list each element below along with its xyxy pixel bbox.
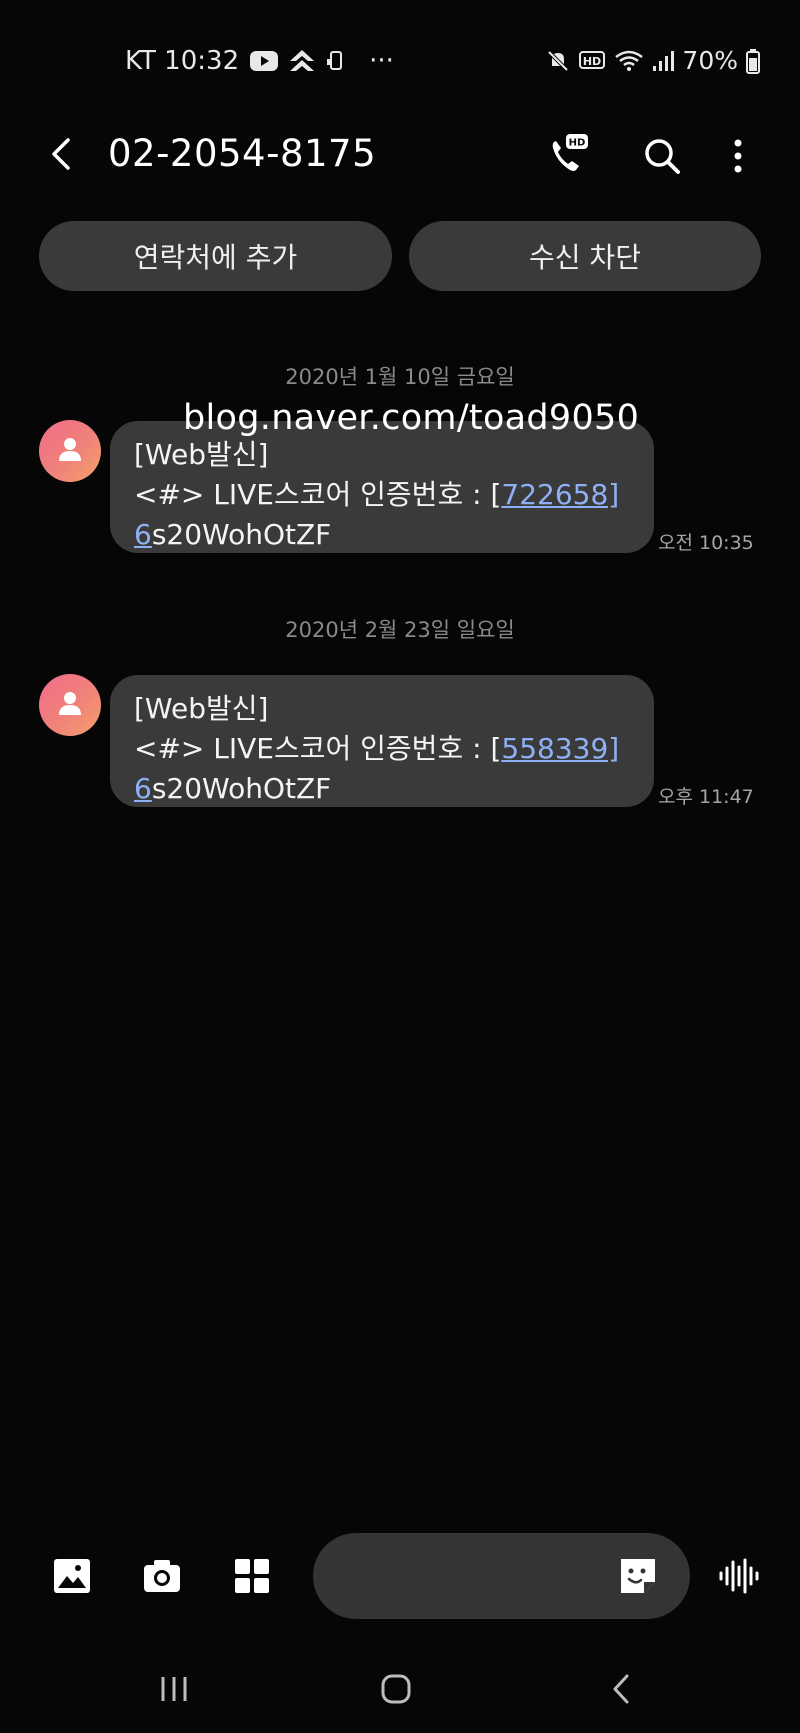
camera-icon (140, 1560, 184, 1602)
message-text: s20WohOtZF (151, 518, 332, 551)
nav-back-button[interactable] (600, 1667, 644, 1711)
home-icon (374, 1674, 418, 1715)
navigation-icon (289, 49, 315, 73)
phone-sync-icon (325, 49, 345, 73)
conversation-header: 02-2054-8175 HD (0, 110, 800, 200)
avatar[interactable] (39, 674, 101, 736)
signal-icon (652, 49, 675, 73)
search-icon (640, 139, 684, 182)
youtube-icon (249, 50, 279, 72)
status-left: KT 10:32 ··· (125, 46, 394, 76)
battery-percent: 70% (682, 46, 738, 75)
gallery-icon (50, 1559, 94, 1602)
block-number-button[interactable]: 수신 차단 (409, 221, 761, 291)
verification-code-link[interactable]: 722658] (501, 478, 619, 511)
date-separator: 2020년 1월 10일 금요일 (285, 365, 515, 389)
message-line-1: [Web발신] (134, 438, 269, 471)
verification-code-link-tail[interactable]: 6 (134, 772, 152, 805)
person-icon (56, 689, 84, 721)
date-separator: 2020년 2월 23일 일요일 (285, 618, 515, 642)
more-notifications: ··· (369, 46, 394, 76)
message-text: s20WohOtZF (151, 772, 332, 805)
recents-icon (152, 1677, 196, 1715)
apps-button[interactable] (230, 1554, 274, 1598)
message-time: 오전 10:35 (658, 532, 754, 554)
verification-code-link[interactable]: 558339] (501, 732, 619, 765)
message-composer (0, 1530, 800, 1630)
message-line-3: 6s20WohOtZF (134, 515, 630, 555)
message-line-2: <#> LIVE스코어 인증번호 : [722658] (134, 475, 630, 515)
camera-button[interactable] (140, 1554, 184, 1598)
wifi-icon (614, 49, 644, 73)
system-nav-bar (0, 1645, 800, 1733)
message-line-1: [Web발신] (134, 692, 269, 725)
more-vert-icon (726, 139, 750, 182)
home-button[interactable] (374, 1667, 418, 1711)
page-title: 02-2054-8175 (108, 132, 377, 175)
avatar[interactable] (39, 420, 101, 482)
message-time: 오후 11:47 (658, 786, 754, 808)
recents-button[interactable] (152, 1667, 196, 1711)
verification-code-link-tail[interactable]: 6 (134, 518, 152, 551)
nav-back-icon (600, 1674, 644, 1715)
back-arrow-icon (40, 138, 84, 180)
gallery-button[interactable] (50, 1554, 94, 1598)
hd-voice-icon: HD (578, 49, 606, 73)
sticker-icon (616, 1559, 660, 1602)
search-button[interactable] (640, 134, 684, 178)
carrier-time: KT 10:32 (125, 46, 240, 76)
svg-text:HD: HD (569, 138, 586, 149)
hd-call-icon: HD (546, 134, 592, 182)
watermark: blog.naver.com/toad9050 (183, 398, 640, 438)
mute-icon (546, 49, 570, 73)
message-line-3: 6s20WohOtZF (134, 769, 630, 809)
add-contact-button[interactable]: 연락처에 추가 (39, 221, 392, 291)
voice-record-button[interactable] (716, 1554, 760, 1598)
sticker-button[interactable] (616, 1554, 660, 1598)
message-text: <#> LIVE스코어 인증번호 : [ (134, 732, 502, 765)
message-bubble[interactable]: [Web발신] <#> LIVE스코어 인증번호 : [722658] 6s20… (110, 421, 654, 553)
status-bar: KT 10:32 ··· HD 70% (0, 30, 800, 94)
status-right: HD 70% (546, 46, 760, 75)
back-button[interactable] (40, 132, 84, 176)
message-bubble[interactable]: [Web발신] <#> LIVE스코어 인증번호 : [558339] 6s20… (110, 675, 654, 807)
message-line-2: <#> LIVE스코어 인증번호 : [558339] (134, 729, 630, 769)
voice-wave-icon (716, 1558, 760, 1602)
message-text: <#> LIVE스코어 인증번호 : [ (134, 478, 502, 511)
message-input[interactable] (313, 1533, 690, 1619)
svg-text:HD: HD (583, 55, 601, 68)
more-options-button[interactable] (726, 134, 750, 178)
battery-icon (746, 48, 760, 74)
apps-grid-icon (230, 1559, 274, 1602)
person-icon (56, 435, 84, 467)
hd-call-button[interactable]: HD (546, 132, 592, 178)
